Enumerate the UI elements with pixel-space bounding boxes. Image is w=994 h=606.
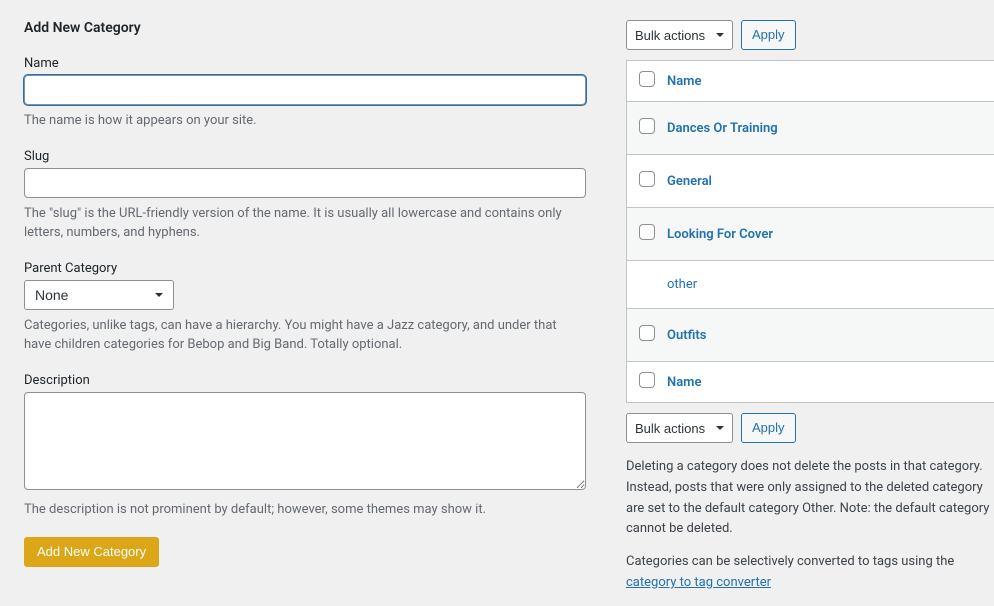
apply-bottom-button[interactable]: Apply xyxy=(741,413,796,443)
bulk-actions-top-select[interactable]: Bulk actions xyxy=(626,20,733,50)
categories-table: Name Dances Or Training General Looking … xyxy=(626,60,994,403)
page-heading: Add New Category xyxy=(24,20,586,36)
slug-input[interactable] xyxy=(24,168,586,198)
slug-label: Slug xyxy=(24,149,586,164)
name-desc: The name is how it appears on your site. xyxy=(24,111,586,131)
category-link[interactable]: Dances Or Training xyxy=(667,121,778,136)
description-desc: The description is not prominent by defa… xyxy=(24,500,586,520)
row-checkbox[interactable] xyxy=(639,171,655,187)
table-row: Looking For Cover xyxy=(627,208,994,261)
row-checkbox[interactable] xyxy=(639,325,655,341)
slug-desc: The "slug" is the URL-friendly version o… xyxy=(24,204,586,243)
description-label: Description xyxy=(24,373,586,388)
table-row: Dances Or Training xyxy=(627,102,994,155)
sort-name-link[interactable]: Name xyxy=(667,74,701,89)
row-checkbox[interactable] xyxy=(639,118,655,134)
select-all-bottom-checkbox[interactable] xyxy=(639,372,655,388)
sort-name-bottom-link[interactable]: Name xyxy=(667,375,701,390)
parent-desc: Categories, unlike tags, can have a hier… xyxy=(24,316,586,355)
table-row: General xyxy=(627,155,994,208)
name-label: Name xyxy=(24,56,586,71)
column-header-name: Name xyxy=(655,61,994,102)
category-link[interactable]: Looking For Cover xyxy=(667,227,773,242)
row-checkbox[interactable] xyxy=(639,224,655,240)
table-row: Outfits xyxy=(627,309,994,362)
description-textarea[interactable] xyxy=(24,392,586,490)
converter-link[interactable]: category to tag converter xyxy=(626,575,771,590)
select-all-top-checkbox[interactable] xyxy=(639,71,655,87)
name-input[interactable] xyxy=(24,75,586,105)
parent-select[interactable]: None xyxy=(24,280,174,310)
category-link[interactable]: other xyxy=(667,277,697,292)
submit-button[interactable]: Add New Category xyxy=(24,537,159,567)
parent-label: Parent Category xyxy=(24,261,586,276)
category-link[interactable]: Outfits xyxy=(667,328,706,343)
bulk-actions-bottom-select[interactable]: Bulk actions xyxy=(626,413,733,443)
delete-note: Deleting a category does not delete the … xyxy=(626,457,994,540)
table-row: other xyxy=(627,261,994,309)
category-link[interactable]: General xyxy=(667,174,712,189)
apply-top-button[interactable]: Apply xyxy=(741,20,796,50)
convert-note: Categories can be selectively converted … xyxy=(626,552,994,594)
